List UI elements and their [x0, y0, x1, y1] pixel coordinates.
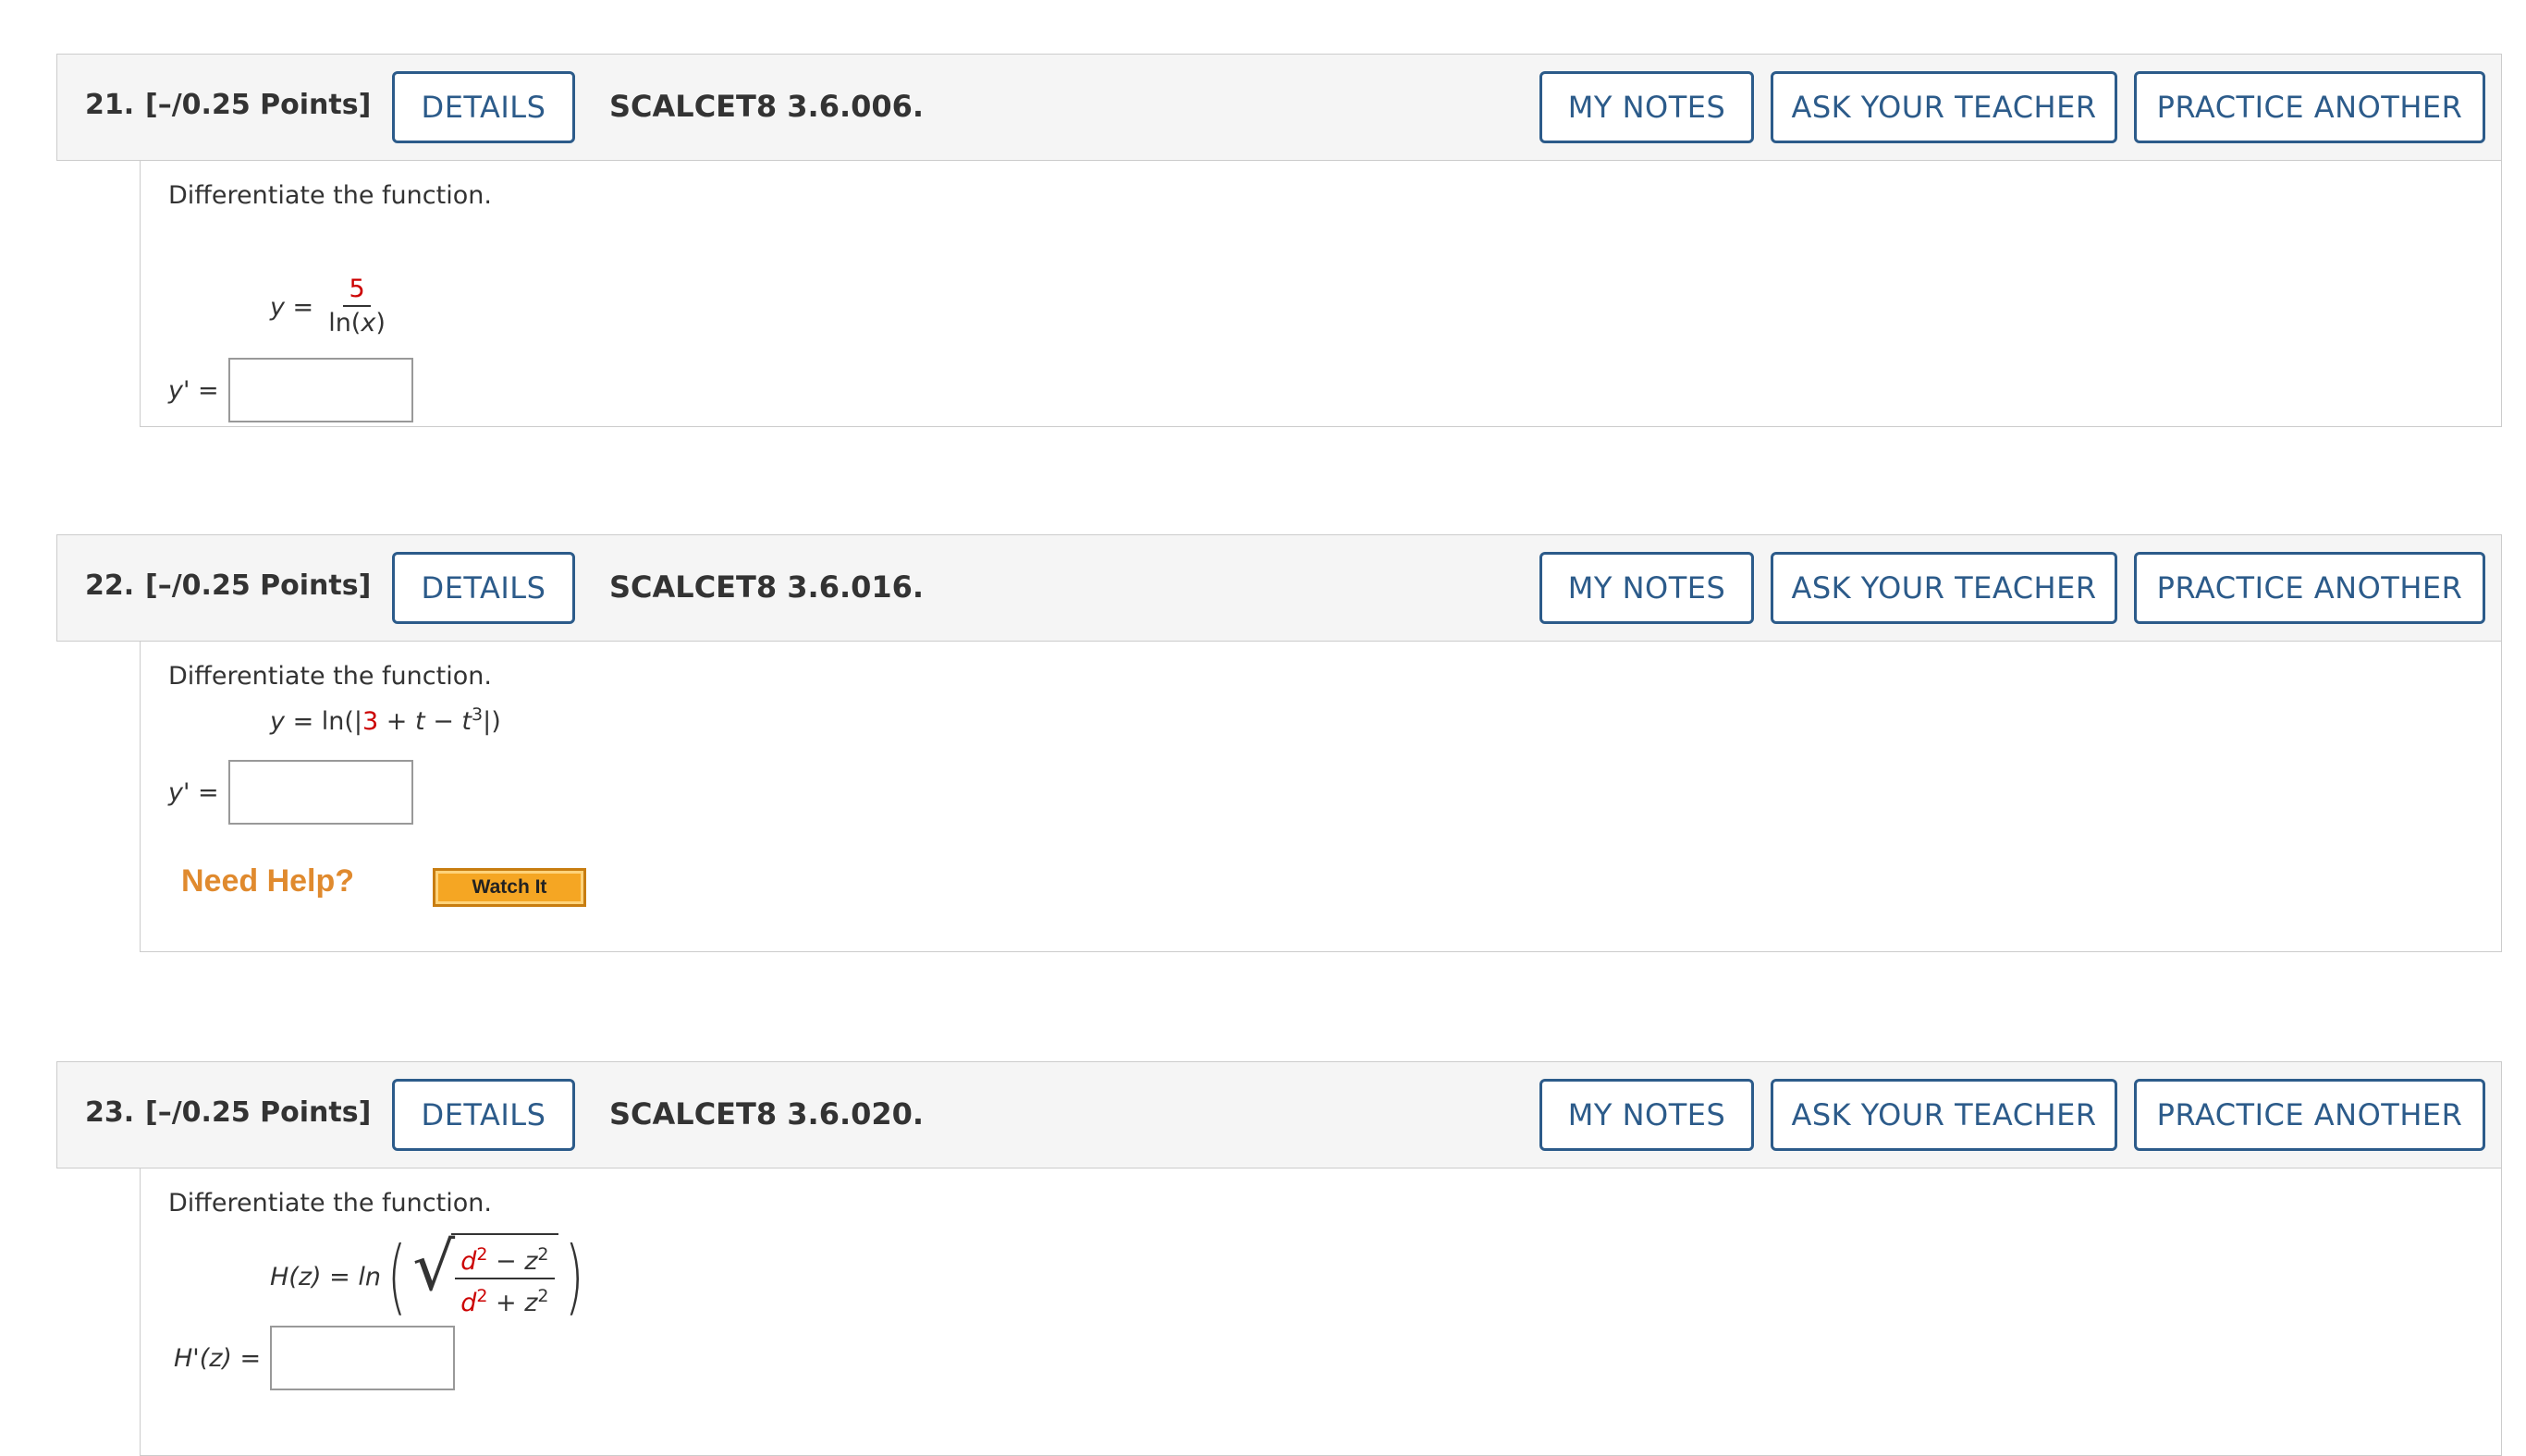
practice-another-button[interactable]: PRACTICE ANOTHER — [2134, 1079, 2485, 1151]
question-code: SCALCET8 3.6.016. — [609, 569, 925, 605]
ask-your-teacher-button[interactable]: ASK YOUR TEACHER — [1771, 1079, 2117, 1151]
details-button[interactable]: DETAILS — [392, 552, 575, 624]
answer-input[interactable] — [227, 760, 413, 825]
question-prompt: Differentiate the function. — [168, 1189, 492, 1217]
question-body: Differentiate the function. H(z) = ln ( … — [140, 1168, 2502, 1456]
fraction-numerator: d2 − z2 — [455, 1239, 555, 1279]
practice-another-button[interactable]: PRACTICE ANOTHER — [2134, 552, 2485, 624]
fraction-numerator: 5 — [343, 274, 371, 307]
left-paren: ( — [386, 1229, 407, 1324]
question-header: 21. [–/0.25 Points] DETAILS SCALCET8 3.6… — [56, 54, 2502, 161]
details-button[interactable]: DETAILS — [392, 71, 575, 143]
answer-label: H'(z) = — [174, 1343, 262, 1373]
question-points: [–/0.25 Points] — [145, 569, 372, 602]
my-notes-button[interactable]: MY NOTES — [1539, 552, 1754, 624]
practice-another-button[interactable]: PRACTICE ANOTHER — [2134, 71, 2485, 143]
answer-row: y' = — [168, 358, 413, 422]
question-number: 22. — [85, 569, 135, 602]
question-header: 22. [–/0.25 Points] DETAILS SCALCET8 3.6… — [56, 534, 2502, 642]
question-points: [–/0.25 Points] — [145, 1096, 372, 1129]
answer-label: y' = — [168, 777, 219, 807]
function-lhs: y = — [270, 292, 314, 322]
question-number: 23. — [85, 1096, 135, 1129]
question-body: Differentiate the function. y = ln(|3 + … — [140, 642, 2502, 952]
function-expression: y = ln(|3 + t − t3|) — [270, 704, 501, 736]
right-paren: ) — [564, 1229, 583, 1324]
fraction-denominator: ln(x) — [328, 309, 386, 337]
fraction-denominator: d2 + z2 — [460, 1286, 549, 1317]
radical-sign: √ — [412, 1228, 456, 1305]
ask-your-teacher-button[interactable]: ASK YOUR TEACHER — [1771, 71, 2117, 143]
answer-label: y' = — [168, 375, 219, 405]
answer-row: H'(z) = — [174, 1326, 456, 1390]
my-notes-button[interactable]: MY NOTES — [1539, 1079, 1754, 1151]
question-prompt: Differentiate the function. — [168, 181, 492, 210]
question-header: 23. [–/0.25 Points] DETAILS SCALCET8 3.6… — [56, 1061, 2502, 1168]
answer-input[interactable] — [227, 358, 413, 422]
watch-it-button[interactable]: Watch It — [433, 868, 586, 907]
function-lhs: H(z) = ln — [270, 1262, 381, 1291]
fraction: d2 − z2 d2 + z2 — [455, 1239, 555, 1320]
question-points: [–/0.25 Points] — [145, 89, 372, 121]
function-expression: H(z) = ln ( √ d2 − z2 d2 + z2 ) — [270, 1233, 590, 1320]
function-expression: y = 5 ln(x) — [270, 274, 391, 340]
square-root: √ d2 − z2 d2 + z2 — [412, 1233, 558, 1320]
question-prompt: Differentiate the function. — [168, 662, 492, 691]
ask-your-teacher-button[interactable]: ASK YOUR TEACHER — [1771, 552, 2117, 624]
my-notes-button[interactable]: MY NOTES — [1539, 71, 1754, 143]
fraction: 5 ln(x) — [323, 274, 391, 340]
question-code: SCALCET8 3.6.020. — [609, 1096, 925, 1132]
question-code: SCALCET8 3.6.006. — [609, 89, 925, 124]
answer-row: y' = — [168, 760, 413, 825]
answer-input[interactable] — [270, 1326, 456, 1390]
radicand: d2 − z2 d2 + z2 — [451, 1233, 558, 1320]
need-help-label: Need Help? — [181, 863, 355, 899]
question-number: 21. — [85, 89, 135, 121]
details-button[interactable]: DETAILS — [392, 1079, 575, 1151]
question-body: Differentiate the function. y = 5 ln(x) … — [140, 161, 2502, 427]
